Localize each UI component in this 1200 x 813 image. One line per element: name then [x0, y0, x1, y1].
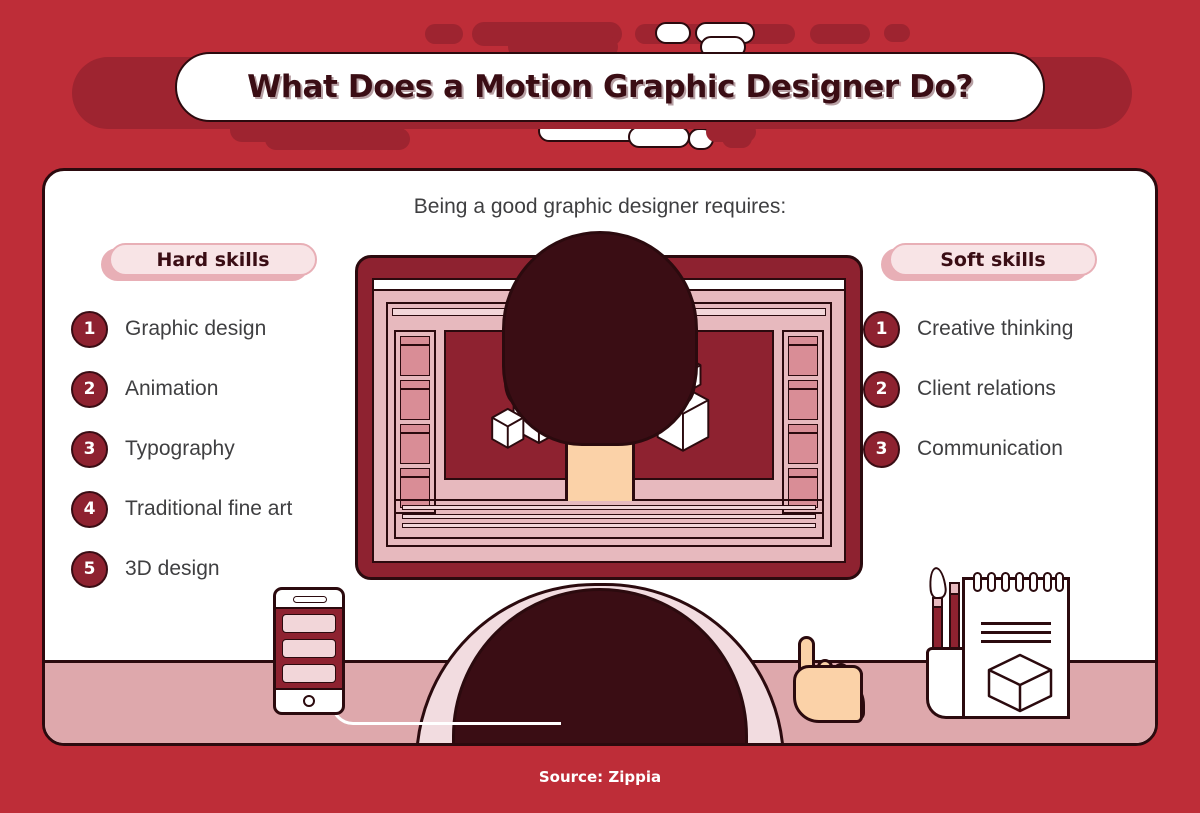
panel-thumbnail	[788, 380, 818, 420]
list-item: 2 Animation	[71, 359, 391, 419]
page-title: What Does a Motion Graphic Designer Do?	[247, 69, 973, 105]
list-item: 1 Creative thinking	[863, 299, 1133, 359]
hard-skills-heading: Hard skills	[101, 243, 391, 281]
smartphone	[273, 587, 345, 715]
notepad-line	[981, 622, 1051, 625]
card-subtitle: Being a good graphic designer requires:	[413, 195, 787, 218]
right-tool-panel	[782, 330, 824, 514]
decor-pill	[722, 128, 752, 148]
chat-bubble-icon	[282, 614, 336, 633]
left-tool-panel	[394, 330, 436, 514]
list-item-label: Communication	[917, 437, 1063, 460]
list-number-badge: 1	[71, 310, 108, 348]
list-item-label: Creative thinking	[917, 317, 1074, 340]
panel-thumbnail	[788, 424, 818, 464]
hard-skills-label: Hard skills	[156, 248, 270, 271]
list-number-badge: 2	[863, 370, 900, 408]
panel-thumbnail	[400, 336, 430, 376]
list-item-label: Typography	[125, 437, 235, 460]
content-card: Being a good graphic designer requires: …	[42, 168, 1158, 746]
decor-pill	[810, 24, 870, 44]
timeline-panel	[394, 499, 824, 539]
phone-speaker	[293, 596, 327, 603]
spiral-ring-icon	[1015, 572, 1024, 592]
list-item: 4 Traditional fine art	[71, 479, 391, 539]
chat-bubble-icon	[282, 639, 336, 658]
timeline-track	[402, 505, 816, 510]
decor-pill	[628, 126, 690, 148]
list-item-label: Graphic design	[125, 317, 267, 340]
notepad-line	[981, 631, 1051, 634]
chat-bubble-icon	[282, 664, 336, 683]
spiral-ring-icon	[1055, 572, 1064, 592]
hand	[793, 665, 863, 723]
decor-pill	[655, 22, 691, 44]
soft-skills-label: Soft skills	[940, 248, 1046, 271]
person-hair	[502, 231, 698, 446]
notepad	[962, 572, 1070, 719]
infographic-canvas: What Does a Motion Graphic Designer Do? …	[0, 0, 1200, 813]
spiral-ring-icon	[987, 572, 996, 592]
spiral-ring-icon	[1001, 572, 1010, 592]
pill: Soft skills	[889, 243, 1097, 276]
list-item: 2 Client relations	[863, 359, 1133, 419]
panel-thumbnail	[400, 380, 430, 420]
spiral-ring-icon	[973, 572, 982, 592]
list-item-label: Client relations	[917, 377, 1056, 400]
paintbrush-icon	[927, 566, 948, 600]
phone-screen	[276, 607, 342, 690]
list-number-badge: 3	[71, 430, 108, 468]
notepad-line	[981, 640, 1051, 643]
spiral-ring-icon	[1029, 572, 1038, 592]
panel-thumbnail	[400, 424, 430, 464]
list-item: 3 Communication	[863, 419, 1133, 479]
list-number-badge: 5	[71, 550, 108, 588]
title-banner: What Does a Motion Graphic Designer Do?	[175, 52, 1045, 122]
source-credit: Source: Zippia	[538, 768, 662, 786]
list-item-label: Traditional fine art	[125, 497, 293, 520]
cube-sketch-icon	[987, 653, 1053, 713]
spiral-ring-icon	[1043, 572, 1052, 592]
decor-pill	[425, 24, 463, 44]
list-item-label: Animation	[125, 377, 219, 400]
decor-pill	[362, 130, 398, 148]
soft-skills-column: Soft skills 1 Creative thinking 2 Client…	[863, 243, 1133, 479]
list-item-label: 3D design	[125, 557, 220, 580]
soft-skills-heading: Soft skills	[881, 243, 1133, 281]
list-number-badge: 2	[71, 370, 108, 408]
list-number-badge: 4	[71, 490, 108, 528]
timeline-track	[402, 523, 816, 528]
phone-home-button	[303, 695, 315, 707]
list-item: 1 Graphic design	[71, 299, 391, 359]
decor-pill	[884, 24, 910, 42]
panel-thumbnail	[788, 336, 818, 376]
hard-skills-column: Hard skills 1 Graphic design 2 Animation…	[71, 243, 391, 599]
list-number-badge: 1	[863, 310, 900, 348]
timeline-track	[402, 514, 816, 519]
list-number-badge: 3	[863, 430, 900, 468]
charging-cable	[331, 685, 561, 725]
list-item: 3 Typography	[71, 419, 391, 479]
pill: Hard skills	[109, 243, 317, 276]
